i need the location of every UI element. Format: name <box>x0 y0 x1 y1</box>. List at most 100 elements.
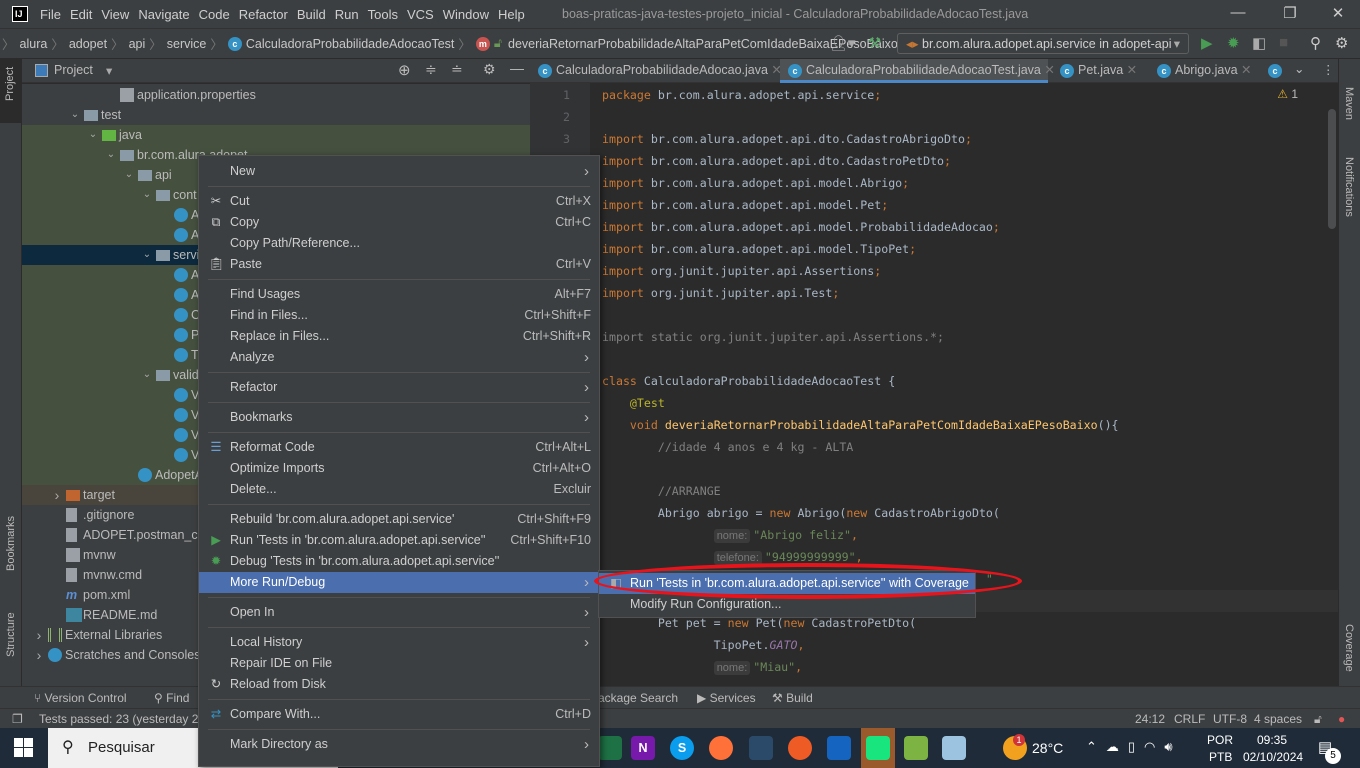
chevron-down-icon[interactable]: ⌄ <box>140 245 154 265</box>
search-icon[interactable]: ⚲ <box>1310 34 1321 52</box>
breadcrumb-api[interactable]: api <box>129 37 146 51</box>
chevron-down-icon[interactable]: ⌄ <box>86 125 100 145</box>
menu-item-reformat-code[interactable]: ☰ Reformat Code Ctrl+Alt+L <box>199 437 599 458</box>
close-tab-icon[interactable]: ✕ <box>1123 63 1137 77</box>
chevron-down-icon[interactable]: ⌄ <box>68 105 82 125</box>
menu-item-mark-directory-as[interactable]: Mark Directory as › <box>199 734 599 755</box>
input-language[interactable]: POR <box>1207 733 1233 747</box>
menu-item-copy-path-reference[interactable]: Copy Path/Reference... <box>199 233 599 254</box>
menu-item-analyze[interactable]: Analyze › <box>199 347 599 368</box>
breadcrumb-service[interactable]: service <box>167 37 207 51</box>
chevron-right-icon[interactable]: › <box>50 485 64 505</box>
menu-item-run-tests-in-br-com-alura-adopet-api-service[interactable]: ▶ Run 'Tests in 'br.com.alura.adopet.api.… <box>199 530 599 551</box>
tab-calculadoraprobabilidadeadocao-java[interactable]: c CalculadoraProbabilidadeAdocao.java ✕ <box>530 59 782 83</box>
menu-item-copy[interactable]: ⧉ Copy Ctrl+C <box>199 212 599 233</box>
app-active-icon[interactable] <box>866 736 890 760</box>
chevron-down-icon[interactable]: ⌄ <box>140 365 154 385</box>
notepad-icon[interactable] <box>942 736 966 760</box>
line-separator[interactable]: CRLF <box>1174 712 1205 726</box>
options-gear-icon[interactable]: ⚙ <box>483 61 496 78</box>
menu-vcs[interactable]: VCS <box>407 7 434 22</box>
version-control-tool[interactable]: ⑂ Version Control <box>34 691 127 705</box>
file-encoding[interactable]: UTF-8 <box>1213 712 1247 726</box>
tab-pet-java[interactable]: c Pet.java ✕ <box>1052 59 1147 83</box>
lock-icon[interactable]: 🔓︎ <box>1314 712 1322 727</box>
chevron-right-icon[interactable]: › <box>32 625 46 645</box>
menu-tools[interactable]: Tools <box>368 7 398 22</box>
breadcrumb-class[interactable]: CalculadoraProbabilidadeAdocaoTest <box>246 37 454 51</box>
run-configuration-select[interactable]: ◂▸ br.com.alura.adopet.api.service in ad… <box>897 33 1189 54</box>
project-view-select[interactable]: Project <box>54 63 93 77</box>
notepad-plus-icon[interactable] <box>904 736 928 760</box>
menu-item-repair-ide-on-file[interactable]: Repair IDE on File <box>199 653 599 674</box>
coverage-tool-button[interactable]: Coverage <box>1343 624 1355 672</box>
build-tool[interactable]: ⚒ Build <box>772 691 813 705</box>
menu-item-find-in-files[interactable]: Find in Files... Ctrl+Shift+F <box>199 305 599 326</box>
menu-run[interactable]: Run <box>335 7 359 22</box>
notifications-tool-button[interactable]: Notifications <box>1343 157 1355 217</box>
warning-indicator[interactable]: ⚠ 1 <box>1277 87 1298 101</box>
menu-item-delete[interactable]: Delete... Excluir <box>199 479 599 500</box>
services-tool[interactable]: ▶ Services <box>697 691 756 705</box>
firefox-icon[interactable] <box>709 736 733 760</box>
status-message[interactable]: Tests passed: 23 (yesterday 22: <box>39 712 208 726</box>
caret-position[interactable]: 24:12 <box>1135 712 1165 726</box>
breadcrumb-alura[interactable]: alura <box>20 37 48 51</box>
settings-gear-icon[interactable]: ⚙ <box>1335 34 1348 52</box>
menu-item-optimize-imports[interactable]: Optimize Imports Ctrl+Alt+O <box>199 458 599 479</box>
tab-list-chevron-icon[interactable]: ⌄ <box>1294 61 1304 76</box>
keyboard-layout[interactable]: PTB <box>1209 750 1232 764</box>
menu-code[interactable]: Code <box>199 7 230 22</box>
menu-item-refactor[interactable]: Refactor › <box>199 377 599 398</box>
menu-edit[interactable]: Edit <box>70 7 92 22</box>
tab-abrigo-java[interactable]: c Abrigo.java ✕ <box>1149 59 1261 83</box>
error-icon[interactable]: ● <box>1338 712 1345 726</box>
tree-item[interactable]: application.properties <box>22 85 530 105</box>
menu-item-compare-with[interactable]: ⇄ Compare With... Ctrl+D <box>199 704 599 725</box>
postman-icon[interactable] <box>788 736 812 760</box>
menu-view[interactable]: View <box>101 7 129 22</box>
user-icon[interactable]: 👤︎▾ <box>829 34 856 52</box>
find-tool[interactable]: ⚲ Find <box>154 691 189 705</box>
clock-date[interactable]: 02/10/2024 <box>1243 750 1303 764</box>
menu-item-replace-in-files[interactable]: Replace in Files... Ctrl+Shift+R <box>199 326 599 347</box>
coverage-icon[interactable]: ◧ <box>1252 34 1266 52</box>
build-hammer-icon[interactable]: ⚒ <box>868 34 881 52</box>
mysql-workbench-icon[interactable] <box>749 736 773 760</box>
menu-item-cut[interactable]: ✂ Cut Ctrl+X <box>199 191 599 212</box>
excel-icon[interactable] <box>598 736 622 760</box>
chevron-right-icon[interactable]: › <box>32 645 46 665</box>
chevron-down-icon[interactable]: ⌄ <box>104 145 118 165</box>
onenote-icon[interactable]: N <box>631 736 655 760</box>
collapse-all-icon[interactable]: ≐ <box>451 61 463 78</box>
run-icon[interactable]: ▶ <box>1201 34 1213 52</box>
close-button[interactable]: ✕ <box>1328 4 1348 24</box>
menu-item-debug-tests-in-br-com-alura-adopet-api-service[interactable]: ✹ Debug 'Tests in 'br.com.alura.adopet.ap… <box>199 551 599 572</box>
stop-icon[interactable]: ■ <box>1279 34 1288 51</box>
hide-panel-icon[interactable]: — <box>510 60 524 76</box>
structure-tool-button[interactable]: Structure <box>5 612 17 657</box>
project-tool-button[interactable]: Project <box>4 67 16 101</box>
menu-file[interactable]: File <box>40 7 61 22</box>
minimize-button[interactable]: — <box>1228 4 1248 24</box>
debug-icon[interactable]: ✹ <box>1227 34 1240 52</box>
locate-icon[interactable]: ⊕ <box>398 61 411 79</box>
system-tray-icons[interactable]: ⌃☁▯◠🔊︎ <box>1086 739 1182 755</box>
skype-icon[interactable]: S <box>670 736 694 760</box>
tree-item[interactable]: ⌄ test <box>22 105 530 125</box>
menu-navigate[interactable]: Navigate <box>138 7 189 22</box>
clock-time[interactable]: 09:35 <box>1257 733 1287 747</box>
editor-scrollbar[interactable] <box>1328 109 1336 229</box>
menu-item-reload-from-disk[interactable]: ↻ Reload from Disk <box>199 674 599 695</box>
menu-help[interactable]: Help <box>498 7 525 22</box>
toggle-tool-windows-icon[interactable]: ❐ <box>12 712 23 726</box>
menu-item-open-in[interactable]: Open In › <box>199 602 599 623</box>
menu-item-bookmarks[interactable]: Bookmarks › <box>199 407 599 428</box>
menu-item-paste[interactable]: 📋︎ Paste Ctrl+V <box>199 254 599 275</box>
expand-all-icon[interactable]: ≑ <box>425 61 437 78</box>
menu-item-new[interactable]: New › <box>199 161 599 182</box>
app-icon[interactable] <box>827 736 851 760</box>
chevron-down-icon[interactable]: ▾ <box>106 63 112 78</box>
indent-setting[interactable]: 4 spaces <box>1254 712 1302 726</box>
menu-window[interactable]: Window <box>443 7 489 22</box>
